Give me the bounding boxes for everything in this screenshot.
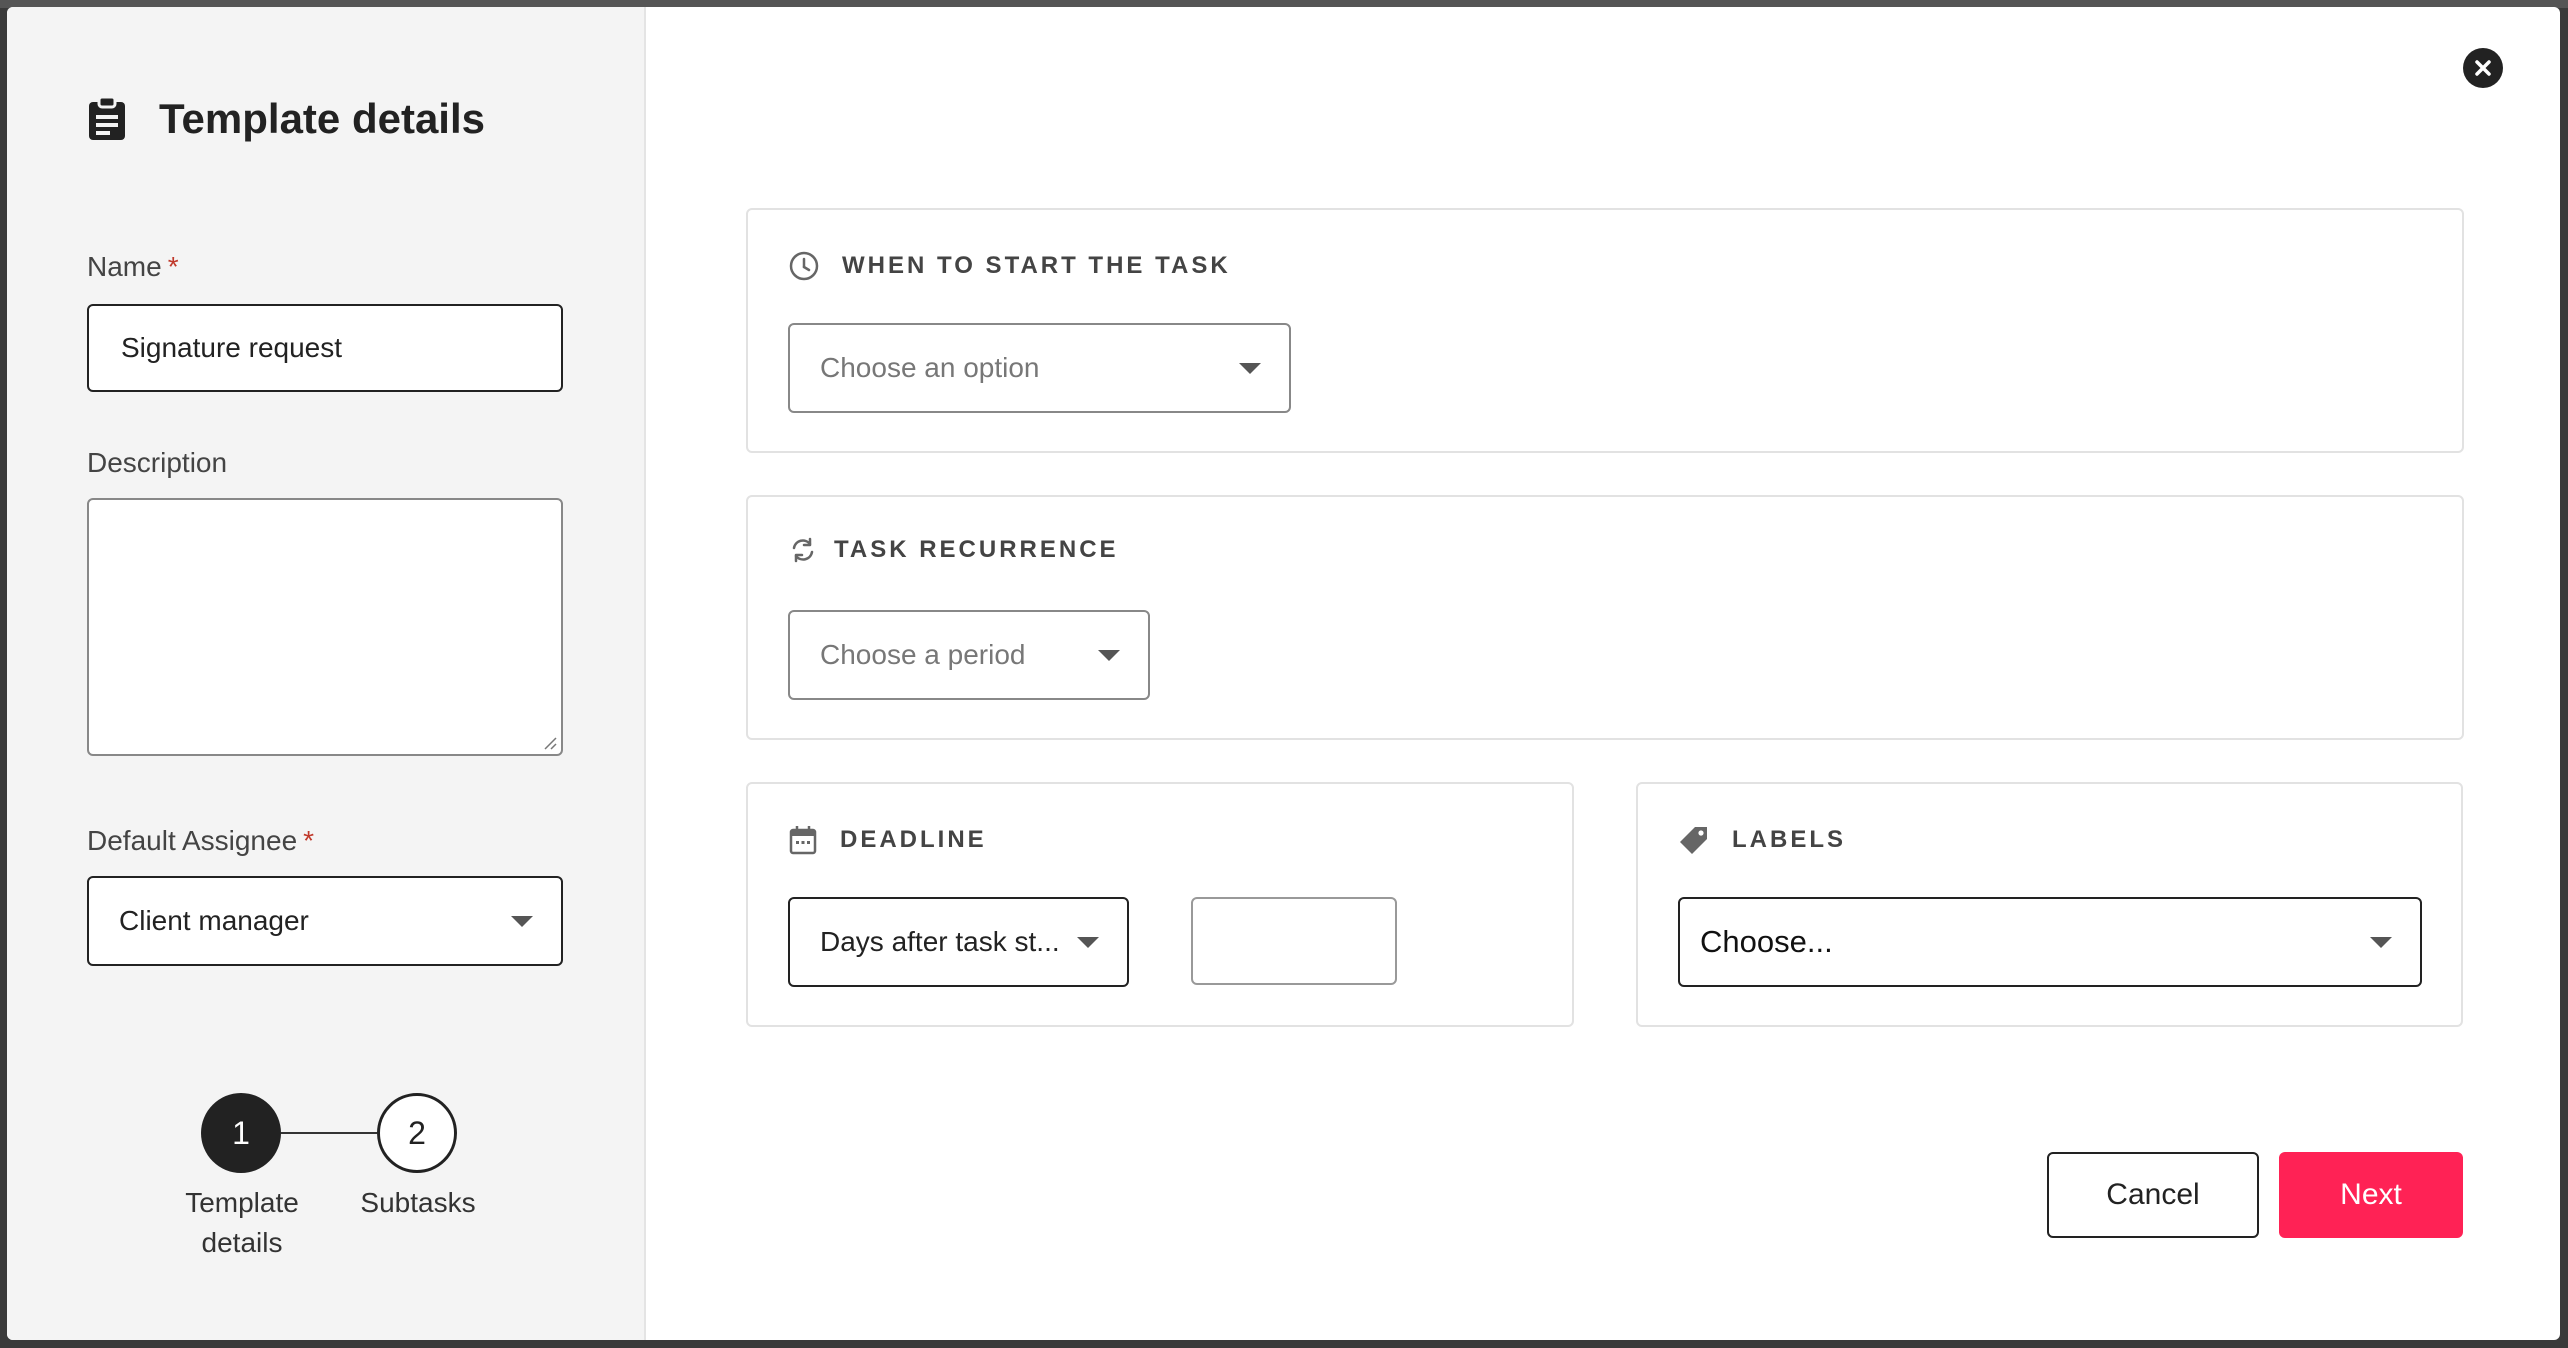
recurrence-period-select[interactable]: Choose a period: [788, 610, 1150, 700]
chevron-down-icon: [511, 916, 533, 927]
page-title: Template details: [159, 95, 485, 142]
step-1-label: Template details: [177, 1183, 307, 1263]
step-connector: [281, 1132, 377, 1134]
chevron-down-icon: [1077, 937, 1099, 948]
deadline-days-input[interactable]: [1191, 897, 1397, 985]
start-option-select[interactable]: Choose an option: [788, 323, 1291, 413]
start-task-header: WHEN TO START THE TASK: [788, 250, 1231, 282]
default-assignee-value: Client manager: [119, 905, 309, 936]
template-details-modal: Template details Name * Signature request…: [7, 7, 2560, 1340]
name-label: Name *: [87, 251, 179, 283]
labels-card: LABELS Choose...: [1636, 782, 2463, 1027]
stepper: 1 2 Template details Subtasks: [177, 1087, 497, 1267]
default-assignee-label-text: Default Assignee: [87, 825, 298, 856]
name-input[interactable]: Signature request: [87, 304, 563, 392]
close-button[interactable]: [2463, 48, 2503, 88]
labels-heading: LABELS: [1732, 826, 1846, 853]
recurrence-period-placeholder: Choose a period: [820, 639, 1026, 670]
step-1-circle[interactable]: 1: [201, 1093, 281, 1173]
name-input-value: Signature request: [121, 332, 343, 363]
clipboard-icon: [89, 96, 125, 140]
task-recurrence-header: TASK RECURRENCE: [788, 535, 1119, 565]
deadline-mode-value: Days after task st...: [820, 926, 1060, 957]
start-task-card: WHEN TO START THE TASK Choose an option: [746, 208, 2464, 453]
labels-select[interactable]: Choose...: [1678, 897, 2422, 987]
chevron-down-icon: [2370, 937, 2392, 948]
calendar-icon: [789, 826, 817, 855]
tag-icon: [1680, 827, 1707, 854]
description-textarea[interactable]: [87, 498, 563, 756]
chevron-down-icon: [1098, 650, 1120, 661]
required-mark: *: [167, 251, 179, 282]
task-recurrence-card: TASK RECURRENCE Choose a period: [746, 495, 2464, 740]
labels-header: LABELS: [1678, 824, 1846, 856]
chevron-down-icon: [1239, 363, 1261, 374]
description-label: Description: [87, 447, 228, 478]
step-1-label-line1: Template: [185, 1187, 299, 1218]
name-label-text: Name: [87, 251, 162, 282]
step-2-label: Subtasks: [351, 1183, 485, 1223]
deadline-header: DEADLINE: [788, 824, 987, 856]
step-2-circle[interactable]: 2: [377, 1093, 457, 1173]
default-assignee-select[interactable]: Client manager: [87, 876, 563, 966]
required-mark: *: [303, 825, 315, 856]
start-option-placeholder: Choose an option: [820, 352, 1040, 383]
default-assignee-label: Default Assignee *: [87, 825, 314, 857]
modal-header: Template details: [87, 95, 485, 143]
deadline-mode-select[interactable]: Days after task st...: [788, 897, 1129, 987]
left-panel: Template details Name * Signature request…: [7, 7, 646, 1340]
clock-icon: [789, 251, 819, 281]
refresh-icon: [792, 537, 814, 563]
step-1-label-line2: details: [201, 1227, 283, 1258]
deadline-heading: DEADLINE: [840, 826, 987, 853]
deadline-card: DEADLINE Days after task st...: [746, 782, 1574, 1027]
cancel-button[interactable]: Cancel: [2047, 1152, 2259, 1238]
step-2-label-line1: Subtasks: [360, 1187, 476, 1218]
resize-grip-icon[interactable]: [541, 734, 557, 750]
labels-placeholder: Choose...: [1700, 924, 1833, 959]
start-task-heading: WHEN TO START THE TASK: [842, 252, 1231, 279]
next-button[interactable]: Next: [2279, 1152, 2463, 1238]
close-icon: [2475, 60, 2491, 76]
task-recurrence-heading: TASK RECURRENCE: [834, 536, 1119, 563]
